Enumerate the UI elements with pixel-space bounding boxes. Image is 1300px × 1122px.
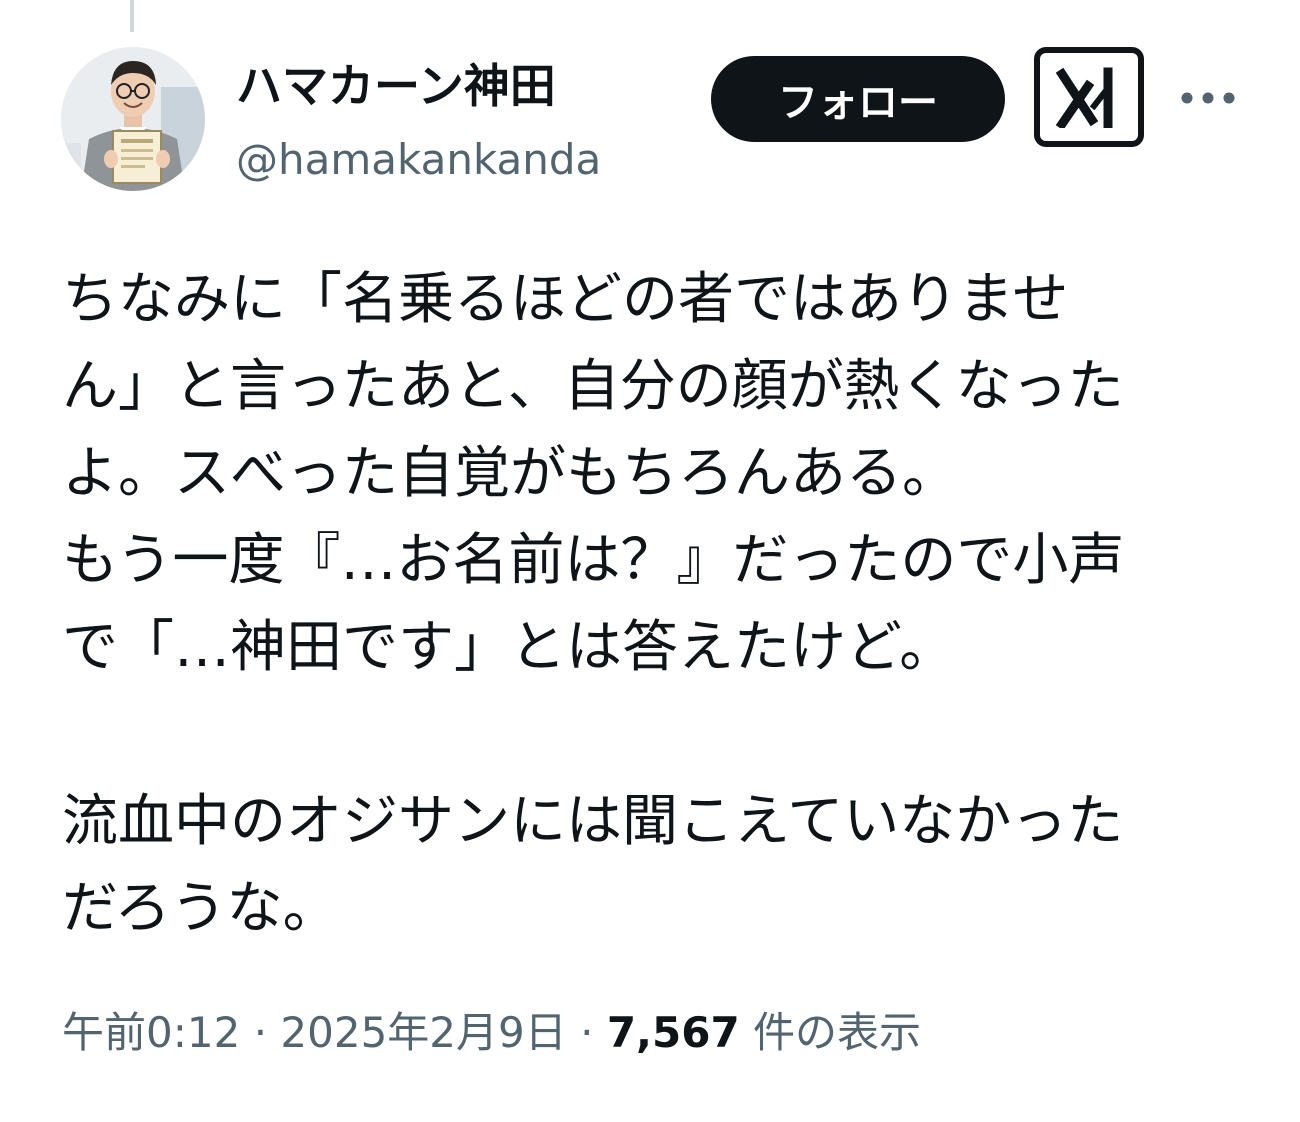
thread-connector-line	[130, 0, 134, 32]
meta-separator: ·	[580, 1008, 594, 1057]
avatar[interactable]	[61, 47, 205, 191]
tweet-text-line: 流血中のオジサンには聞こえていなかった	[62, 789, 1124, 854]
more-options-button[interactable]	[1176, 78, 1240, 118]
tweet-text-line: もう一度『…お名前は？』だったので小声	[62, 528, 1125, 593]
tweet-meta: 午前0:12 · 2025年2月9日 · 7,567 件の表示	[62, 1003, 921, 1063]
grok-icon	[1055, 67, 1113, 128]
tweet-text-line: ちなみに「名乗るほどの者ではありませ	[62, 267, 1069, 332]
tweet-text-line: ん」と言ったあと、自分の顔が熱くなった	[62, 354, 1124, 419]
more-icon	[1181, 92, 1235, 104]
follow-button-label: フォロー	[778, 80, 938, 126]
avatar-photo	[61, 47, 205, 191]
meta-separator: ·	[253, 1008, 268, 1057]
tweet-text: ちなみに「名乗るほどの者ではありませ ん」と言ったあと、自分の顔が熱くなった よ…	[62, 256, 1252, 952]
tweet-text-line: よ。スべった自覚がもちろんある。	[62, 441, 958, 506]
user-handle[interactable]: @hamakankanda	[236, 132, 601, 188]
tweet-date[interactable]: 2025年2月9日	[280, 1008, 566, 1057]
follow-button[interactable]: フォロー	[711, 56, 1005, 142]
tweet-time[interactable]: 午前0:12	[62, 1008, 240, 1057]
tweet-text-line: だろうな。	[62, 876, 339, 941]
views-label[interactable]: 件の表示	[753, 1008, 921, 1057]
views-count[interactable]: 7,567	[607, 1008, 740, 1057]
tweet-text-line: で「…神田です」とは答えたけど。	[62, 615, 956, 680]
display-name[interactable]: ハマカーン神田	[236, 56, 556, 116]
grok-button[interactable]	[1034, 47, 1144, 147]
